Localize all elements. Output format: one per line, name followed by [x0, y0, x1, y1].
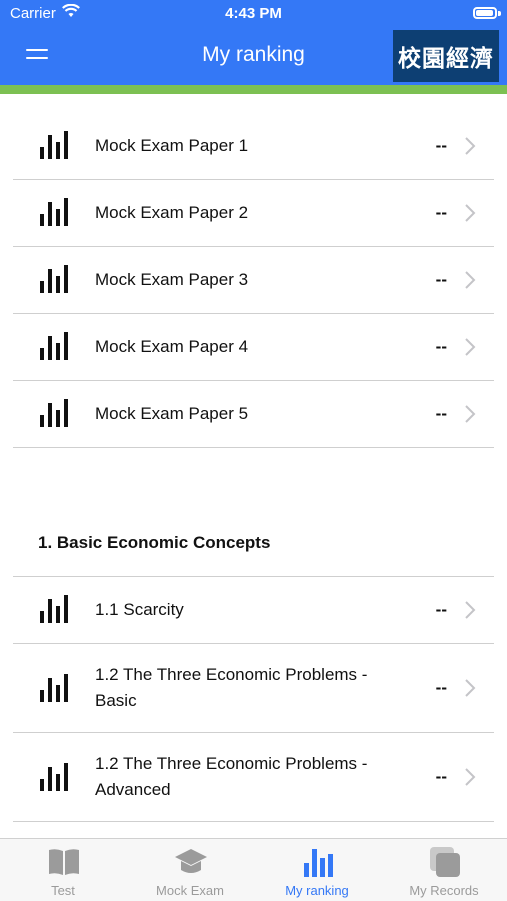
- tab-label: My ranking: [285, 883, 349, 898]
- chevron-right-icon: [465, 601, 476, 619]
- bar-chart-icon: [304, 849, 333, 877]
- app-logo: 校園經濟: [393, 30, 499, 82]
- records-icon: [430, 847, 460, 877]
- bar-chart-icon: [40, 763, 68, 791]
- section-header-spacer: [13, 510, 494, 576]
- topic-label-cont: Basic: [95, 691, 137, 710]
- status-bar: Carrier 4:43 PM: [0, 0, 507, 28]
- rank-score: --: [435, 136, 447, 155]
- tab-label: Mock Exam: [156, 883, 224, 898]
- mock-exam-row-3[interactable]: Mock Exam Paper 3 --: [13, 247, 494, 314]
- tab-label: My Records: [409, 883, 479, 898]
- chevron-right-icon: [465, 204, 476, 222]
- mock-exam-row-1[interactable]: Mock Exam Paper 1 --: [13, 113, 494, 180]
- mock-exam-label: Mock Exam Paper 3: [95, 270, 249, 289]
- tab-mock-exam[interactable]: Mock Exam: [127, 839, 253, 901]
- rank-score: --: [435, 337, 447, 356]
- battery-icon: [473, 7, 497, 19]
- topic-label-cont: Advanced: [95, 780, 171, 799]
- rank-score: --: [435, 404, 447, 423]
- tab-test[interactable]: Test: [0, 839, 126, 901]
- mock-exam-row-4[interactable]: Mock Exam Paper 4 --: [13, 314, 494, 381]
- ranking-list: Mock Exam Paper 1 -- Mock Exam Paper 2 -…: [0, 94, 507, 838]
- bar-chart-icon: [40, 198, 68, 226]
- topic-label: 1.2 The Three Economic Problems -: [95, 754, 368, 773]
- clock: 4:43 PM: [225, 5, 282, 22]
- mock-exam-label: Mock Exam Paper 5: [95, 404, 249, 423]
- chevron-right-icon: [465, 405, 476, 423]
- chevron-right-icon: [465, 338, 476, 356]
- chevron-right-icon: [465, 137, 476, 155]
- tab-bar: Test Mock Exam My ranking My Records: [0, 838, 507, 901]
- topic-label: 1.2 The Three Economic Problems -: [95, 665, 368, 684]
- bar-chart-icon: [40, 595, 68, 623]
- tab-label: Test: [51, 883, 75, 898]
- rank-score: --: [435, 203, 447, 222]
- chevron-right-icon: [465, 679, 476, 697]
- mock-exam-label: Mock Exam Paper 1: [95, 136, 249, 155]
- mock-exam-row-2[interactable]: Mock Exam Paper 2 --: [13, 180, 494, 247]
- battery-cap: [498, 11, 501, 16]
- bar-chart-icon: [40, 265, 68, 293]
- mock-exam-label: Mock Exam Paper 2: [95, 203, 249, 222]
- bar-chart-icon: [40, 131, 68, 159]
- topic-row-2[interactable]: 1.2 The Three Economic Problems - Basic …: [13, 644, 494, 733]
- nav-bar: My ranking 校園經濟: [0, 28, 507, 85]
- topic-row-1[interactable]: 1.1 Scarcity --: [13, 577, 494, 644]
- bar-chart-icon: [40, 399, 68, 427]
- topic-row-3[interactable]: 1.2 The Three Economic Problems - Advanc…: [13, 733, 494, 822]
- rank-score: --: [435, 678, 447, 697]
- bar-chart-icon: [40, 674, 68, 702]
- mock-exam-label: Mock Exam Paper 4: [95, 337, 249, 356]
- rank-score: --: [435, 600, 447, 619]
- tab-my-records[interactable]: My Records: [381, 839, 507, 901]
- tab-my-ranking[interactable]: My ranking: [254, 839, 380, 901]
- rank-score: --: [435, 270, 447, 289]
- accent-strip: [0, 85, 507, 94]
- bar-chart-icon: [40, 332, 68, 360]
- topic-label: 1.1 Scarcity: [95, 600, 184, 619]
- book-icon: [49, 849, 79, 875]
- rank-score: --: [435, 767, 447, 786]
- mock-exam-row-5[interactable]: Mock Exam Paper 5 --: [13, 381, 494, 448]
- graduation-cap-icon: [175, 849, 207, 873]
- chevron-right-icon: [465, 768, 476, 786]
- chevron-right-icon: [465, 271, 476, 289]
